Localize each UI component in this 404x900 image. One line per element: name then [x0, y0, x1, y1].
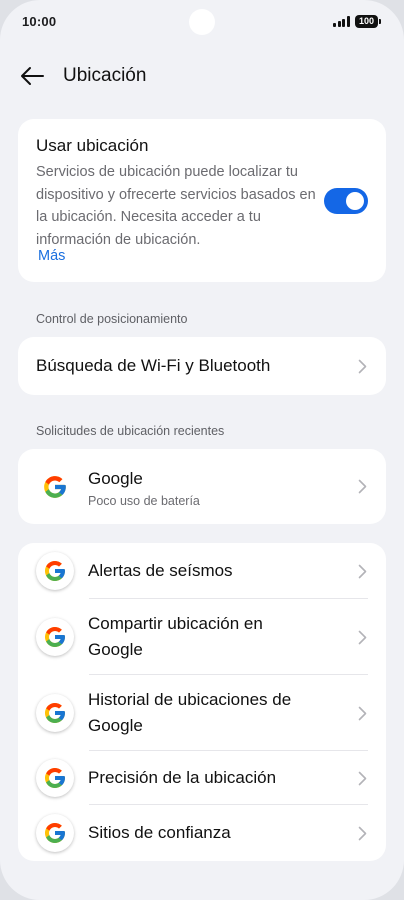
wifi-bluetooth-scanning-item[interactable]: Búsqueda de Wi-Fi y Bluetooth	[18, 337, 386, 395]
status-icons: 100	[333, 15, 382, 28]
google-icon	[36, 814, 74, 852]
wifi-bluetooth-scanning-card[interactable]: Búsqueda de Wi-Fi y Bluetooth	[18, 337, 386, 395]
battery-icon: 100	[354, 15, 382, 28]
chevron-right-icon	[356, 358, 368, 374]
phone-screen: 10:00 100 Ubicación Usar ubicación Servi…	[0, 0, 404, 900]
service-item-label: Precisión de la ubicación	[88, 768, 277, 787]
service-item-trusted-places[interactable]: Sitios de confianza	[18, 805, 386, 861]
google-icon	[36, 552, 74, 590]
service-item-label: Sitios de confianza	[88, 823, 231, 842]
signal-icon	[333, 16, 350, 27]
google-icon	[36, 618, 74, 656]
wifi-bluetooth-scanning-label: Búsqueda de Wi-Fi y Bluetooth	[36, 356, 271, 375]
page-title: Ubicación	[63, 65, 147, 86]
chevron-right-icon	[356, 825, 368, 841]
service-item-location-history[interactable]: Historial de ubicaciones de Google	[18, 675, 386, 751]
recent-requests-section-header: Solicitudes de ubicación recientes	[36, 424, 225, 438]
service-item-earthquake-alerts[interactable]: Alertas de seísmos	[18, 543, 386, 599]
use-location-title: Usar ubicación	[36, 136, 149, 155]
more-link[interactable]: Más	[38, 248, 65, 264]
recent-request-item-google[interactable]: Google Poco uso de batería	[18, 449, 386, 524]
chevron-right-icon	[356, 629, 368, 645]
recent-request-title: Google	[88, 468, 143, 488]
status-time: 10:00	[22, 14, 57, 29]
service-item-label: Compartir ubicación en Google	[88, 614, 263, 659]
service-item-label: Historial de ubicaciones de Google	[88, 690, 292, 735]
service-item-share-location[interactable]: Compartir ubicación en Google	[18, 599, 386, 675]
chevron-right-icon	[356, 770, 368, 786]
location-services-card: Alertas de seísmos Compartir ubicación e…	[18, 543, 386, 861]
use-location-card[interactable]: Usar ubicación Servicios de ubicación pu…	[18, 119, 386, 282]
toggle-knob	[346, 192, 364, 210]
service-item-label: Alertas de seísmos	[88, 561, 233, 580]
service-item-location-accuracy[interactable]: Precisión de la ubicación	[18, 751, 386, 805]
camera-cutout	[189, 9, 215, 35]
chevron-right-icon	[356, 705, 368, 721]
google-icon	[36, 468, 74, 506]
back-arrow-icon[interactable]	[17, 61, 47, 91]
recent-request-subtitle: Poco uso de batería	[88, 493, 200, 508]
chevron-right-icon	[356, 479, 368, 495]
positioning-section-header: Control de posicionamiento	[36, 312, 188, 326]
chevron-right-icon	[356, 563, 368, 579]
google-icon	[36, 759, 74, 797]
use-location-description: Servicios de ubicación puede localizar t…	[36, 164, 316, 248]
google-icon	[36, 694, 74, 732]
recent-request-card[interactable]: Google Poco uso de batería	[18, 449, 386, 524]
status-bar: 10:00 100	[0, 0, 404, 44]
app-bar: Ubicación	[0, 58, 404, 94]
use-location-toggle[interactable]	[324, 188, 368, 214]
